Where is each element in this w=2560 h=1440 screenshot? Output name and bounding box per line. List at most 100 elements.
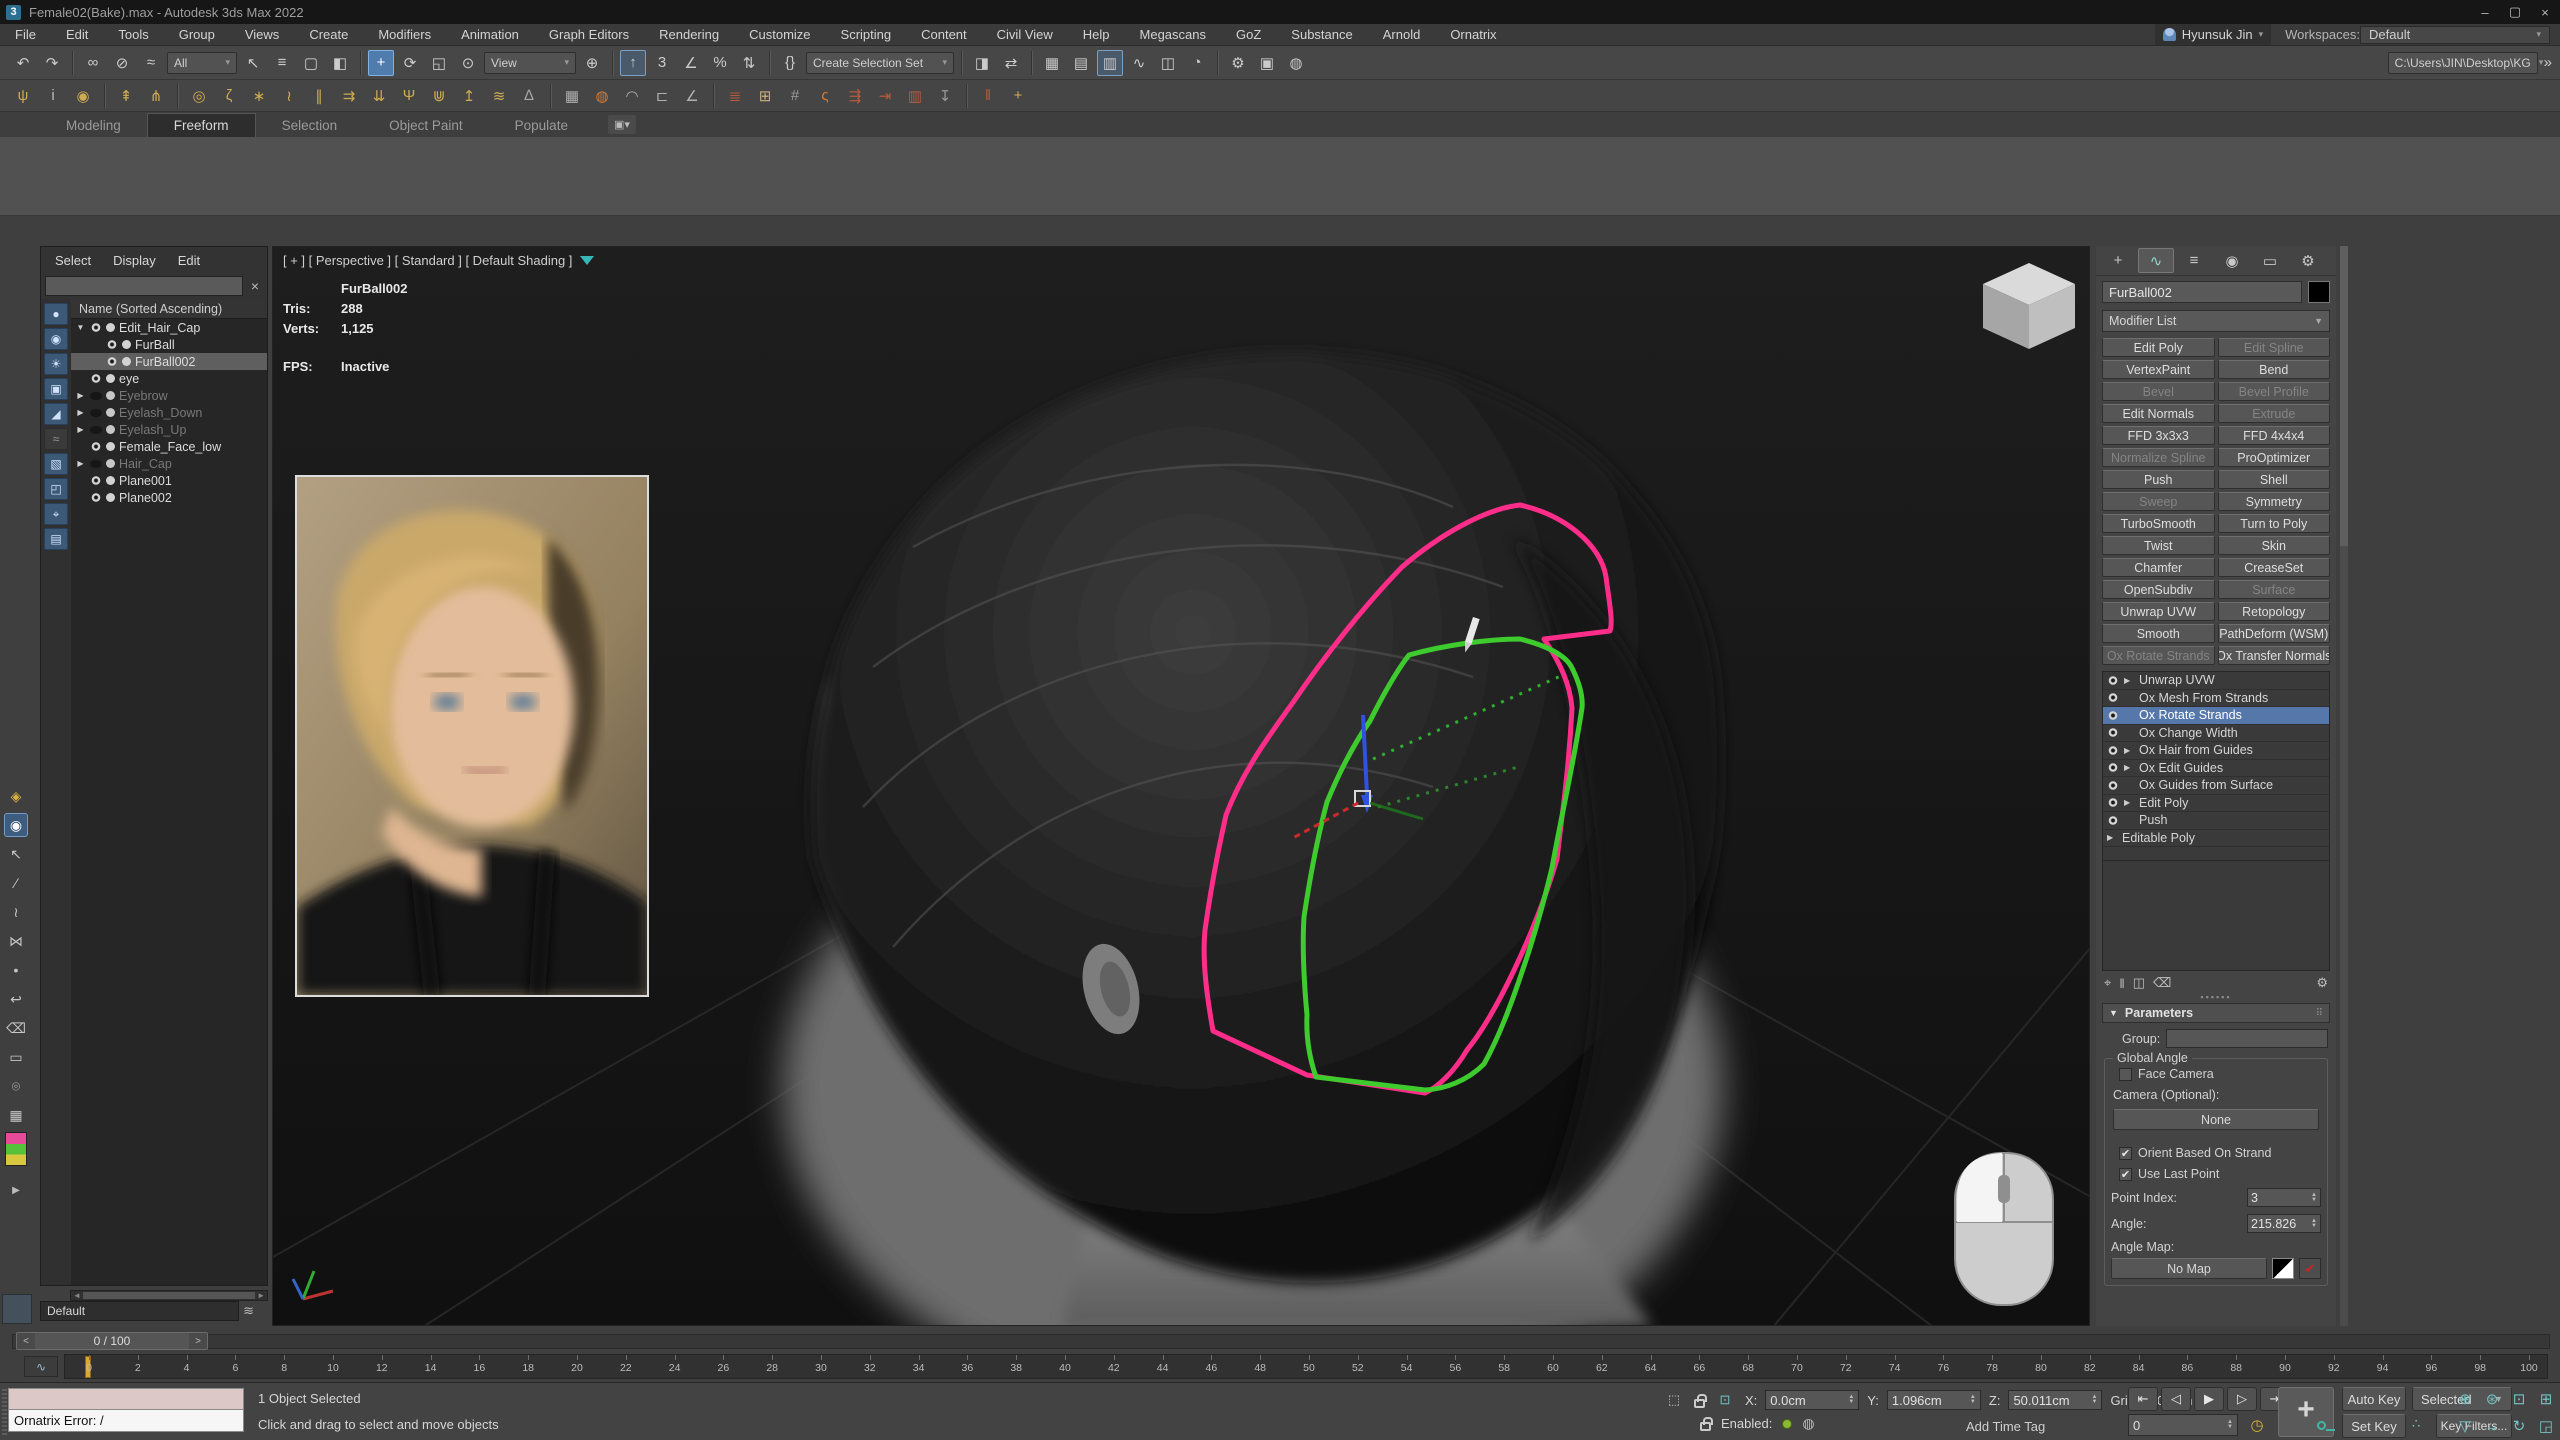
modifier-eye-icon[interactable]	[2107, 781, 2119, 790]
z-coordinate-field[interactable]: 50.011cm ▲▼	[2008, 1390, 2102, 1410]
current-frame-field[interactable]: 0 ▲▼	[2128, 1414, 2238, 1436]
globe-icon[interactable]: ◍	[1802, 1415, 1814, 1432]
modifier-button-ox-transfer-normals[interactable]: Ox Transfer Normals	[2218, 646, 2331, 665]
expand-right-icon[interactable]: ▶	[75, 459, 86, 468]
modifier-button-smooth[interactable]: Smooth	[2102, 624, 2215, 643]
pin-stack-icon[interactable]: ⌖	[2104, 975, 2111, 991]
maximize-viewport-icon[interactable]: ◲	[2533, 1413, 2559, 1439]
ox-hair-tool-icon[interactable]: ◎	[186, 83, 212, 109]
ox-hair-tool-icon[interactable]: #	[782, 83, 808, 109]
stack-item-ox-edit-guides[interactable]: ▶Ox Edit Guides	[2103, 760, 2329, 778]
ribbon-minimize-icon[interactable]: ▣▾	[608, 115, 636, 134]
next-frame-button[interactable]: ▷	[2227, 1387, 2257, 1411]
modifier-button-edit-normals[interactable]: Edit Normals	[2102, 404, 2215, 423]
menu-scripting[interactable]: Scripting	[826, 27, 907, 42]
ox-hair-tool-icon[interactable]: ◠	[619, 83, 645, 109]
ox-hair-tool-icon[interactable]: ⊞	[752, 83, 778, 109]
stack-item-unwrap-uvw[interactable]: ▶Unwrap UVW	[2103, 672, 2329, 690]
scene-node-eye[interactable]: eye	[71, 370, 267, 387]
modifier-eye-icon[interactable]	[2107, 676, 2119, 685]
plane-tool-icon[interactable]: ▭	[4, 1045, 28, 1069]
modifier-eye-icon[interactable]	[2107, 816, 2119, 825]
brush-tool-icon[interactable]: ≀	[4, 900, 28, 924]
render-toggle-icon[interactable]	[106, 459, 115, 468]
tab-motion-icon[interactable]: ◉	[2214, 248, 2250, 273]
picker-tool-icon[interactable]: ⌾	[4, 1074, 28, 1098]
select-and-place-icon[interactable]: ⊙	[455, 50, 481, 76]
menu-goz[interactable]: GoZ	[1221, 27, 1276, 42]
maximize-button[interactable]: ▢	[2500, 1, 2530, 23]
modifier-button-creaseset[interactable]: CreaseSet	[2218, 558, 2331, 577]
make-unique-icon[interactable]: ◫	[2133, 975, 2145, 991]
align-icon[interactable]: ⇄	[998, 50, 1024, 76]
viewport-layout-button[interactable]	[2, 1294, 32, 1324]
expand-right-icon[interactable]: ▶	[2107, 833, 2117, 842]
ox-hair-tool-icon[interactable]: ↥	[456, 83, 482, 109]
menu-group[interactable]: Group	[164, 27, 230, 42]
point-index-spinner[interactable]: 3 ▲▼	[2247, 1188, 2321, 1207]
isolate-selection-icon[interactable]: ⬚	[1662, 1389, 1686, 1411]
render-setup-icon[interactable]: ⚙	[1225, 50, 1251, 76]
render-toggle-icon[interactable]	[106, 476, 115, 485]
visibility-eye-icon[interactable]	[90, 493, 102, 502]
ox-hair-tool-icon[interactable]: ⇞	[113, 83, 139, 109]
expand-down-icon[interactable]: ▼	[75, 323, 86, 332]
zoom-icon[interactable]: ⊕	[2452, 1386, 2478, 1412]
scene-node-edit_hair_cap[interactable]: ▼Edit_Hair_Cap	[71, 319, 267, 336]
modifier-button-turn-to-poly[interactable]: Turn to Poly	[2218, 514, 2331, 533]
group-field[interactable]	[2166, 1029, 2328, 1048]
menu-help[interactable]: Help	[1068, 27, 1125, 42]
ox-hair-tool-icon[interactable]: ∥	[306, 83, 332, 109]
previous-frame-step[interactable]: <	[17, 1333, 35, 1349]
previous-frame-button[interactable]: ◁	[2161, 1387, 2191, 1411]
modifier-button-shell[interactable]: Shell	[2218, 470, 2331, 489]
ox-hair-tool-icon[interactable]: ‖	[975, 83, 1001, 109]
go-to-start-button[interactable]: ⇤	[2128, 1387, 2158, 1411]
modifier-button-skin[interactable]: Skin	[2218, 536, 2331, 555]
face-camera-checkbox[interactable]	[2119, 1068, 2132, 1081]
modifier-button-unwrap-uvw[interactable]: Unwrap UVW	[2102, 602, 2215, 621]
next-frame-step[interactable]: >	[189, 1333, 207, 1349]
play-button[interactable]: ▶	[2194, 1387, 2224, 1411]
listener-pink-line[interactable]	[8, 1388, 244, 1410]
render-production-icon[interactable]: ◍	[1283, 50, 1309, 76]
percent-snap-icon[interactable]: %	[707, 50, 733, 76]
ox-hair-tool-icon[interactable]: i	[40, 83, 66, 109]
ornatrix-launcher-icon[interactable]: ◈	[4, 784, 28, 808]
render-toggle-icon[interactable]	[106, 425, 115, 434]
viewport-label-text[interactable]: [ + ] [ Perspective ] [ Standard ] [ Def…	[283, 253, 572, 268]
select-and-rotate-icon[interactable]: ⟳	[397, 50, 423, 76]
ox-hair-tool-icon[interactable]: ◉	[70, 83, 96, 109]
maxscript-mini-listener[interactable]: Ornatrix Error: /	[8, 1388, 244, 1432]
select-tool-icon[interactable]: ↖	[4, 842, 28, 866]
ox-hair-tool-icon[interactable]: ≣	[722, 83, 748, 109]
select-and-link-icon[interactable]: ∞	[80, 50, 106, 76]
scene-node-eyebrow[interactable]: ▶Eyebrow	[71, 387, 267, 404]
menu-file[interactable]: File	[0, 27, 51, 42]
modifier-eye-icon[interactable]	[2107, 728, 2119, 737]
visibility-eye-icon[interactable]	[90, 460, 102, 468]
tab-utilities-icon[interactable]: ⚙	[2290, 248, 2326, 273]
key-filters-icon[interactable]: ∴	[2412, 1416, 2420, 1432]
scene-node-eyelash_up[interactable]: ▶Eyelash_Up	[71, 421, 267, 438]
toolbar-expand-icon[interactable]: ▶	[12, 1185, 20, 1196]
modifier-button-opensubdiv[interactable]: OpenSubdiv	[2102, 580, 2215, 599]
expand-right-icon[interactable]: ▶	[75, 425, 86, 434]
menu-ornatrix[interactable]: Ornatrix	[1435, 27, 1511, 42]
ox-hair-tool-icon[interactable]: ∠	[679, 83, 705, 109]
expand-right-icon[interactable]: ▶	[75, 408, 86, 417]
modifier-button-edit-poly[interactable]: Edit Poly	[2102, 338, 2215, 357]
x-coordinate-field[interactable]: 0.0cm ▲▼	[1765, 1390, 1859, 1410]
enabled-indicator[interactable]	[1782, 1419, 1792, 1429]
time-configuration-icon[interactable]: ◷	[2244, 1414, 2270, 1436]
use-last-point-checkbox[interactable]: ✔	[2119, 1168, 2132, 1181]
track-bar[interactable]: 0246810121416182022242628303234363840424…	[64, 1354, 2548, 1379]
modifier-button-ffd-4x4x4[interactable]: FFD 4x4x4	[2218, 426, 2331, 445]
mini-curve-editor-icon[interactable]: ∿	[24, 1356, 58, 1377]
render-toggle-icon[interactable]	[122, 340, 131, 349]
visibility-eye-icon[interactable]	[90, 442, 102, 451]
visibility-eye-icon[interactable]	[90, 392, 102, 400]
ribbon-tab-populate[interactable]: Populate	[489, 114, 594, 137]
modifier-eye-icon[interactable]	[2107, 798, 2119, 807]
clear-search-icon[interactable]: ×	[247, 278, 263, 294]
